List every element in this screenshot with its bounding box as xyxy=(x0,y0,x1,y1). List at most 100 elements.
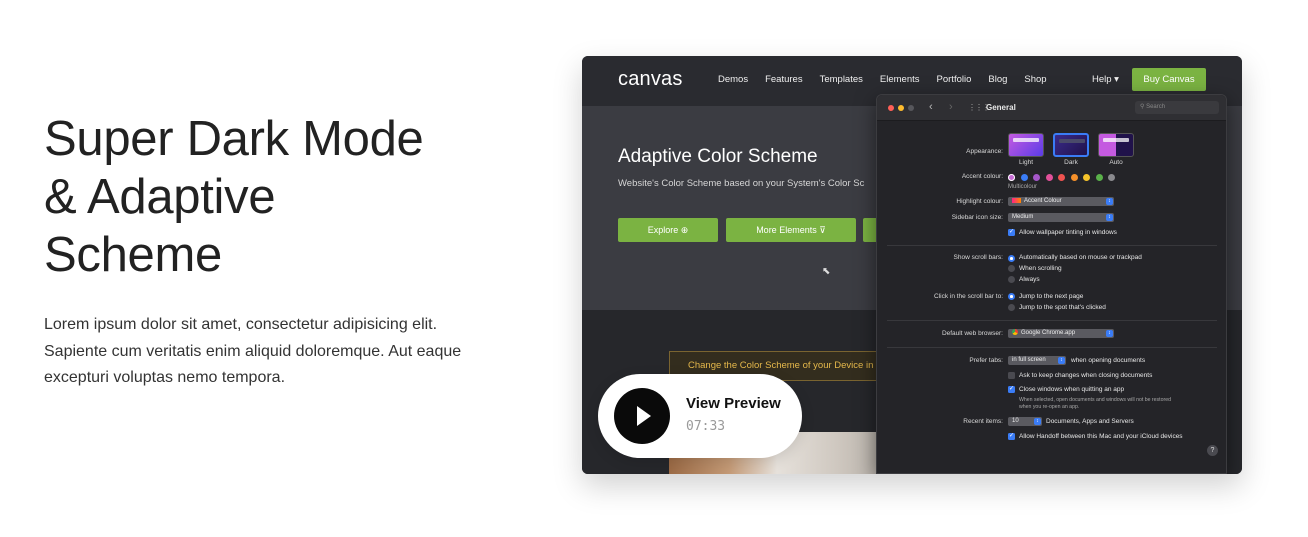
section-subtitle: Website's Color Scheme based on your Sys… xyxy=(618,178,865,189)
appearance-light-label: Light xyxy=(1018,159,1034,166)
chrome-icon xyxy=(1012,329,1018,336)
wallpaper-tinting-label: Allow wallpaper tinting in windows xyxy=(1019,229,1117,236)
nav-item-features[interactable]: Features xyxy=(765,74,803,85)
click-scroll-bar-label: Click in the scroll bar to: xyxy=(934,293,1003,300)
nav-help-dropdown[interactable]: Help ▾ xyxy=(1092,74,1119,85)
divider xyxy=(887,245,1217,246)
hero-description: Lorem ipsum dolor sit amet, consectetur … xyxy=(44,316,462,386)
appearance-dark-option[interactable] xyxy=(1053,133,1089,157)
accent-colour-swatch[interactable] xyxy=(1070,174,1078,181)
nav-item-blog[interactable]: Blog xyxy=(988,74,1007,85)
chevron-updown-icon: ↕ xyxy=(1106,214,1113,221)
site-logo[interactable]: canvas xyxy=(618,68,683,91)
jump-to-spot-radio[interactable] xyxy=(1008,304,1015,311)
recent-items-value: 10 xyxy=(1012,418,1019,424)
zoom-window-icon[interactable] xyxy=(908,105,914,111)
nav-item-templates[interactable]: Templates xyxy=(820,74,863,85)
nav-item-elements[interactable]: Elements xyxy=(880,74,920,85)
prefs-search-input[interactable]: ⚲ Search xyxy=(1135,101,1219,114)
close-windows-label: Close windows when quitting an app xyxy=(1019,386,1125,393)
site-nav-menu: Demos Features Templates Elements Portfo… xyxy=(718,74,1047,85)
accent-colour-swatch[interactable] xyxy=(1033,174,1040,181)
scroll-always-label: Always xyxy=(1019,276,1040,283)
back-chevron-icon[interactable]: ‹ xyxy=(929,101,933,113)
highlight-colour-select[interactable]: Accent Colour ↕ xyxy=(1008,197,1114,206)
forward-chevron-icon[interactable]: › xyxy=(949,101,953,113)
jump-to-spot-label: Jump to the spot that's clicked xyxy=(1019,304,1106,311)
hero-title-line-2: & Adaptive xyxy=(44,170,276,224)
close-windows-note-line-2: when you re-open an app. xyxy=(1019,404,1080,410)
accent-colour-swatch[interactable] xyxy=(1020,174,1028,181)
accent-colour-swatch[interactable] xyxy=(1045,174,1053,181)
sidebar-icon-size-select[interactable]: Medium ↕ xyxy=(1008,213,1114,222)
default-browser-value: Google Chrome.app xyxy=(1021,330,1076,336)
play-icon[interactable] xyxy=(614,388,670,444)
system-preferences-window: ‹ › ⋮⋮⋮ General ⚲ Search Appearance: Lig… xyxy=(876,94,1227,474)
hero-title-line-3: Scheme xyxy=(44,228,222,282)
appearance-dark-label: Dark xyxy=(1064,159,1078,166)
scroll-auto-radio[interactable] xyxy=(1008,255,1015,262)
highlight-colour-value: Accent Colour xyxy=(1024,198,1062,204)
scroll-auto-label: Automatically based on mouse or trackpad xyxy=(1019,254,1142,261)
default-browser-select[interactable]: Google Chrome.app ↕ xyxy=(1008,329,1114,338)
prefer-tabs-suffix: when opening documents xyxy=(1071,357,1146,364)
prefer-tabs-select[interactable]: in full screen ↕ xyxy=(1008,356,1066,365)
accent-colour-swatch[interactable] xyxy=(1095,174,1103,181)
highlight-colour-label: Highlight colour: xyxy=(956,198,1003,205)
recent-items-suffix: Documents, Apps and Servers xyxy=(1046,418,1134,425)
hero-title-line-1: Super Dark Mode xyxy=(44,112,424,166)
accent-caption: Multicolour xyxy=(1008,184,1038,190)
handoff-checkbox[interactable]: ✓ xyxy=(1008,433,1015,440)
section-title: Adaptive Color Scheme xyxy=(618,146,818,167)
highlight-swatch xyxy=(1012,197,1021,203)
view-preview-label: View Preview xyxy=(686,395,781,412)
minimize-window-icon[interactable] xyxy=(898,105,904,111)
accent-colour-swatch[interactable] xyxy=(1108,174,1115,181)
nav-item-shop[interactable]: Shop xyxy=(1024,74,1046,85)
accent-colour-swatch[interactable] xyxy=(1083,174,1090,181)
scroll-when-scrolling-radio[interactable] xyxy=(1008,265,1015,272)
close-window-icon[interactable] xyxy=(888,105,894,111)
recent-items-select[interactable]: 10 ↕ xyxy=(1008,417,1042,426)
help-button[interactable]: ? xyxy=(1207,445,1218,456)
preview-duration: 07:33 xyxy=(686,419,726,434)
explore-button[interactable]: Explore ⊕ xyxy=(618,218,718,242)
accent-colour-label: Accent colour: xyxy=(961,173,1003,180)
appearance-light-option[interactable] xyxy=(1008,133,1044,157)
handoff-label: Allow Handoff between this Mac and your … xyxy=(1019,433,1183,440)
recent-items-label: Recent items: xyxy=(963,418,1003,425)
wallpaper-tinting-checkbox[interactable]: ✓ xyxy=(1008,229,1015,236)
mouse-cursor-icon: ⬉ xyxy=(822,266,831,277)
prefer-tabs-label: Prefer tabs: xyxy=(969,357,1003,364)
accent-colour-swatch[interactable] xyxy=(1008,174,1015,181)
chevron-updown-icon: ↕ xyxy=(1106,198,1113,205)
close-windows-checkbox[interactable]: ✓ xyxy=(1008,386,1015,393)
buy-canvas-button[interactable]: Buy Canvas xyxy=(1132,68,1206,91)
view-preview-button[interactable]: View Preview 07:33 xyxy=(598,374,802,458)
jump-next-page-radio[interactable] xyxy=(1008,293,1015,300)
scroll-always-radio[interactable] xyxy=(1008,276,1015,283)
chevron-updown-icon: ↕ xyxy=(1106,330,1113,337)
ask-keep-changes-checkbox[interactable] xyxy=(1008,372,1015,379)
ask-keep-changes-label: Ask to keep changes when closing documen… xyxy=(1019,372,1153,379)
scroll-bars-label: Show scroll bars: xyxy=(953,254,1004,261)
appearance-auto-label: Auto xyxy=(1109,159,1123,166)
nav-item-portfolio[interactable]: Portfolio xyxy=(937,74,972,85)
window-titlebar: ‹ › ⋮⋮⋮ General ⚲ Search xyxy=(877,95,1226,121)
appearance-auto-option[interactable] xyxy=(1098,133,1134,157)
divider xyxy=(887,320,1217,321)
sidebar-icon-size-label: Sidebar icon size: xyxy=(951,214,1003,221)
accent-colour-swatch[interactable] xyxy=(1058,174,1065,181)
window-title: General xyxy=(986,103,1016,112)
hero-title: Super Dark Mode & Adaptive Scheme xyxy=(44,110,504,284)
sidebar-icon-size-value: Medium xyxy=(1012,214,1034,220)
search-placeholder: Search xyxy=(1146,104,1166,110)
jump-next-page-label: Jump to the next page xyxy=(1019,293,1084,300)
divider xyxy=(887,347,1217,348)
more-elements-button[interactable]: More Elements ⊽ xyxy=(726,218,856,242)
chevron-updown-icon: ↕ xyxy=(1058,357,1065,364)
nav-item-demos[interactable]: Demos xyxy=(718,74,748,85)
close-windows-note-line-1: When selected, open documents and window… xyxy=(1019,397,1171,403)
appearance-label: Appearance: xyxy=(966,148,1003,155)
chevron-updown-icon: ↕ xyxy=(1034,418,1041,425)
